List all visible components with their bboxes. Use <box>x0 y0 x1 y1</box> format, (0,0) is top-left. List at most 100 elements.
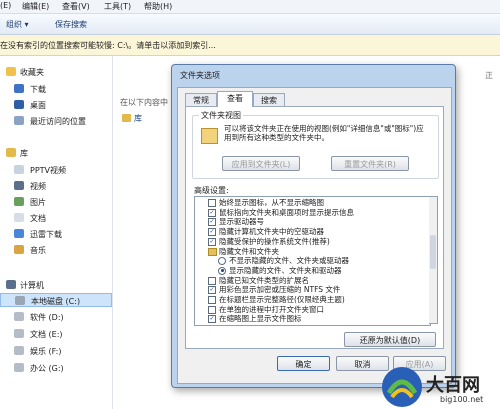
nav-libraries[interactable]: 库 <box>0 146 112 160</box>
menu-bar: (E) 编辑(E) 查看(V) 工具(T) 帮助(H) <box>0 0 500 14</box>
recent-places-icon <box>14 116 24 125</box>
nav-item-pptv[interactable]: PPTV视频 <box>0 163 112 177</box>
nav-drive-e[interactable]: 文档 (E:) <box>0 327 112 341</box>
advanced-setting-row[interactable]: 在单独的进程中打开文件夹窗口 <box>195 304 430 314</box>
nav-drive-g[interactable]: 办公 (G:) <box>0 361 112 375</box>
nav-item-thunder[interactable]: 迅雷下载 <box>0 227 112 241</box>
ok-button[interactable]: 确定 <box>277 356 330 371</box>
dialog-body: 常规 查看 搜索 文件夹视图 可以将该文件夹正在使用的视图(例如"详细信息"或"… <box>177 87 452 384</box>
advanced-setting-row[interactable]: ✓ 隐藏计算机文件夹中的空驱动器 <box>195 227 430 237</box>
thunder-download-icon <box>14 229 24 238</box>
organize-button[interactable]: 组织 ▾ <box>6 19 29 30</box>
music-icon <box>14 245 24 254</box>
checkbox[interactable] <box>208 296 216 304</box>
nav-drive-d[interactable]: 软件 (D:) <box>0 310 112 324</box>
nav-computer[interactable]: 计算机 <box>0 278 112 292</box>
checkbox[interactable]: ✓ <box>208 286 216 295</box>
advanced-settings-scrollbar[interactable] <box>429 196 438 324</box>
advanced-setting-row[interactable]: ✓ 鼠标指向文件夹和桌面项时显示提示信息 <box>195 208 430 217</box>
advanced-setting-label: 始终显示图标，从不显示缩略图 <box>219 198 324 207</box>
checkbox[interactable]: ✓ <box>208 218 216 227</box>
advanced-setting-row[interactable]: 不显示隐藏的文件、文件夹或驱动器 <box>195 257 430 266</box>
advanced-setting-row[interactable]: 隐藏文件和文件夹 <box>195 246 430 256</box>
advanced-setting-label: 隐藏文件和文件夹 <box>219 246 279 256</box>
scrollbar-thumb[interactable] <box>430 235 436 269</box>
apply-to-folders-button[interactable]: 应用到文件夹(L) <box>222 156 300 171</box>
nav-item-pictures[interactable]: 图片 <box>0 195 112 209</box>
video-icon <box>14 181 24 190</box>
library-icon <box>6 148 16 157</box>
save-search-button[interactable]: 保存搜索 <box>55 19 87 30</box>
tab-search[interactable]: 搜索 <box>253 93 285 106</box>
nav-item-label: 图片 <box>30 198 46 207</box>
advanced-setting-row[interactable]: ✓ 用彩色显示加密或压缩的 NTFS 文件 <box>195 285 430 295</box>
menu-item-help[interactable]: 帮助(H) <box>144 1 172 12</box>
nav-libraries-label: 库 <box>20 149 28 158</box>
advanced-setting-label: 显示驱动器号 <box>219 217 264 227</box>
radio-button[interactable] <box>218 257 226 266</box>
advanced-setting-row[interactable]: ✓ 显示驱动器号 <box>195 217 430 227</box>
reset-folders-button[interactable]: 重置文件夹(R) <box>331 156 409 171</box>
checkbox[interactable] <box>208 276 216 285</box>
advanced-setting-row[interactable]: 显示隐藏的文件、文件夹和驱动器 <box>195 266 430 275</box>
advanced-setting-row[interactable]: 始终显示图标，从不显示缩略图 <box>195 199 430 207</box>
checkbox[interactable]: ✓ <box>208 315 216 324</box>
checkbox[interactable] <box>208 199 216 207</box>
advanced-setting-label: 在缩略图上显示文件图标 <box>219 314 302 324</box>
menu-item-view[interactable]: 查看(V) <box>62 1 90 12</box>
tab-general[interactable]: 常规 <box>185 93 217 106</box>
watermark-logo-icon <box>382 367 422 407</box>
advanced-settings-label: 高级设置: <box>194 186 229 195</box>
drive-icon <box>14 346 24 355</box>
checkbox[interactable]: ✓ <box>208 208 216 217</box>
menu-item-file[interactable]: (E) <box>0 1 11 10</box>
tab-view[interactable]: 查看 <box>217 91 253 107</box>
checkbox[interactable]: ✓ <box>208 237 216 246</box>
nav-item-desktop[interactable]: 桌面 <box>0 98 112 112</box>
advanced-setting-label: 隐藏计算机文件夹中的空驱动器 <box>219 227 324 237</box>
restore-defaults-button[interactable]: 还原为默认值(D) <box>344 332 436 347</box>
nav-item-documents[interactable]: 文档 <box>0 211 112 225</box>
computer-icon <box>6 280 16 289</box>
nav-favorites-label: 收藏夹 <box>20 68 44 77</box>
nav-item-label: 软件 (D:) <box>30 313 64 322</box>
library-link[interactable]: 库 <box>134 113 142 124</box>
nav-favorites[interactable]: 收藏夹 <box>0 65 112 79</box>
checkbox[interactable]: ✓ <box>208 228 216 237</box>
nav-item-label: 桌面 <box>30 101 46 110</box>
folder-views-icon <box>201 128 218 144</box>
folder-views-description: 可以将该文件夹正在使用的视图(例如"详细信息"或"图标")应用到所有这种类型的文… <box>224 124 424 142</box>
picture-icon <box>14 197 24 206</box>
nav-item-music[interactable]: 音乐 <box>0 243 112 257</box>
nav-item-label: 娱乐 (F:) <box>30 347 62 356</box>
folder-options-dialog: 文件夹选项 常规 查看 搜索 文件夹视图 可以将该文件夹正在使用的视图(例如"详… <box>171 64 456 388</box>
nav-drive-f[interactable]: 娱乐 (F:) <box>0 344 112 358</box>
nav-item-label: 视频 <box>30 182 46 191</box>
advanced-setting-label: 在单独的进程中打开文件夹窗口 <box>219 304 324 314</box>
document-icon <box>14 213 24 222</box>
advanced-setting-row[interactable]: 在标题栏显示完整路径(仅限经典主题) <box>195 296 430 304</box>
library-icon <box>122 114 131 122</box>
checkbox[interactable] <box>208 305 216 314</box>
search-again-hint: 在以下内容中 <box>120 98 168 107</box>
nav-item-downloads[interactable]: 下载 <box>0 82 112 96</box>
drive-icon <box>14 329 24 338</box>
advanced-setting-row[interactable]: ✓ 隐藏受保护的操作系统文件(推荐) <box>195 236 430 246</box>
dialog-title: 文件夹选项 <box>180 71 220 80</box>
nav-item-label: 本地磁盘 (C:) <box>31 297 81 306</box>
advanced-setting-row[interactable]: ✓ 在缩略图上显示文件图标 <box>195 314 430 324</box>
folder-icon <box>208 247 217 256</box>
folder-views-legend: 文件夹视图 <box>199 110 243 121</box>
advanced-setting-row[interactable]: 隐藏已知文件类型的扩展名 <box>195 276 430 285</box>
menu-item-tools[interactable]: 工具(T) <box>104 1 131 12</box>
nav-item-videos[interactable]: 视频 <box>0 179 112 193</box>
view-tab-page: 文件夹视图 可以将该文件夹正在使用的视图(例如"详细信息"或"图标")应用到所有… <box>185 106 444 349</box>
advanced-setting-label: 隐藏受保护的操作系统文件(推荐) <box>219 236 330 246</box>
index-info-bar[interactable]: 在没有索引的位置搜索可能较慢: C:\。请单击以添加到索引... <box>0 35 500 56</box>
radio-button[interactable] <box>218 266 226 275</box>
nav-drive-c[interactable]: 本地磁盘 (C:) <box>0 293 112 307</box>
menu-item-edit[interactable]: 编辑(E) <box>22 1 49 12</box>
nav-item-recent[interactable]: 最近访问的位置 <box>0 114 112 128</box>
advanced-settings-list[interactable]: 始终显示图标，从不显示缩略图 ✓ 鼠标指向文件夹和桌面项时显示提示信息 ✓ 显示驱动器号… <box>194 196 431 326</box>
advanced-setting-label: 用彩色显示加密或压缩的 NTFS 文件 <box>219 285 341 295</box>
